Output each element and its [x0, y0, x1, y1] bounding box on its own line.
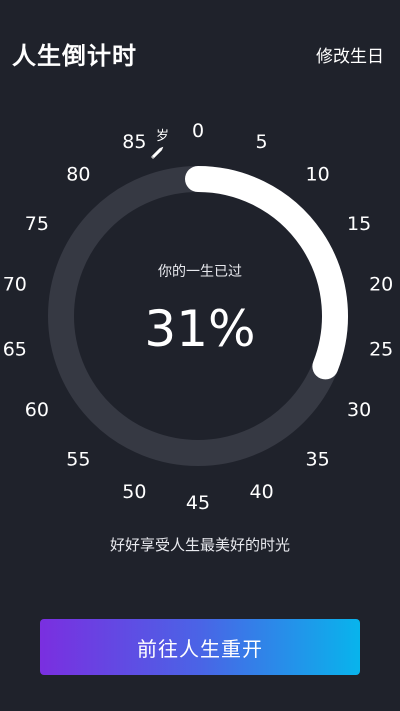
restart-life-button-label: 前往人生重开 [137, 636, 263, 661]
dial-tick-label: 30 [347, 399, 371, 421]
dial-tick-label: 25 [369, 338, 393, 360]
dial-tick-label: 15 [347, 213, 371, 235]
dial-tick-label: 55 [66, 449, 90, 471]
dial-tick-label: 20 [369, 274, 393, 296]
dial-tick-label: 10 [306, 164, 330, 186]
life-progress-dial: 0 5 10 15 20 25 30 35 40 45 50 55 60 65 70 75 80 85 岁 你的一… [0, 0, 400, 560]
dial-tick-label: 80 [66, 164, 90, 186]
dial-tick-label: 60 [25, 399, 49, 421]
dial-tick-label: 65 [3, 338, 27, 360]
dial-tick-label: 45 [186, 492, 210, 514]
dial-tick-label: 5 [256, 131, 268, 153]
dial-tick-label: 50 [122, 481, 146, 503]
elapsed-caption: 你的一生已过 [158, 264, 242, 280]
pencil-icon[interactable] [150, 146, 164, 160]
dial-tick-label: 0 [192, 120, 204, 142]
restart-life-button[interactable]: 前往人生重开 [40, 619, 360, 675]
app-screen: 人生倒计时 修改生日 0 5 10 15 20 25 30 35 40 45 50 55 60 65 70 7… [0, 0, 400, 711]
dial-tick-label: 85 [122, 131, 146, 153]
motto-text: 好好享受人生最美好的时光 [109, 536, 290, 554]
elapsed-percent: 31% [144, 300, 256, 358]
dial-tick-label: 75 [25, 213, 49, 235]
age-unit-label: 岁 [156, 129, 169, 144]
dial-tick-label: 70 [3, 274, 27, 296]
dial-tick-label: 40 [250, 481, 274, 503]
dial-tick-label: 35 [306, 449, 330, 471]
